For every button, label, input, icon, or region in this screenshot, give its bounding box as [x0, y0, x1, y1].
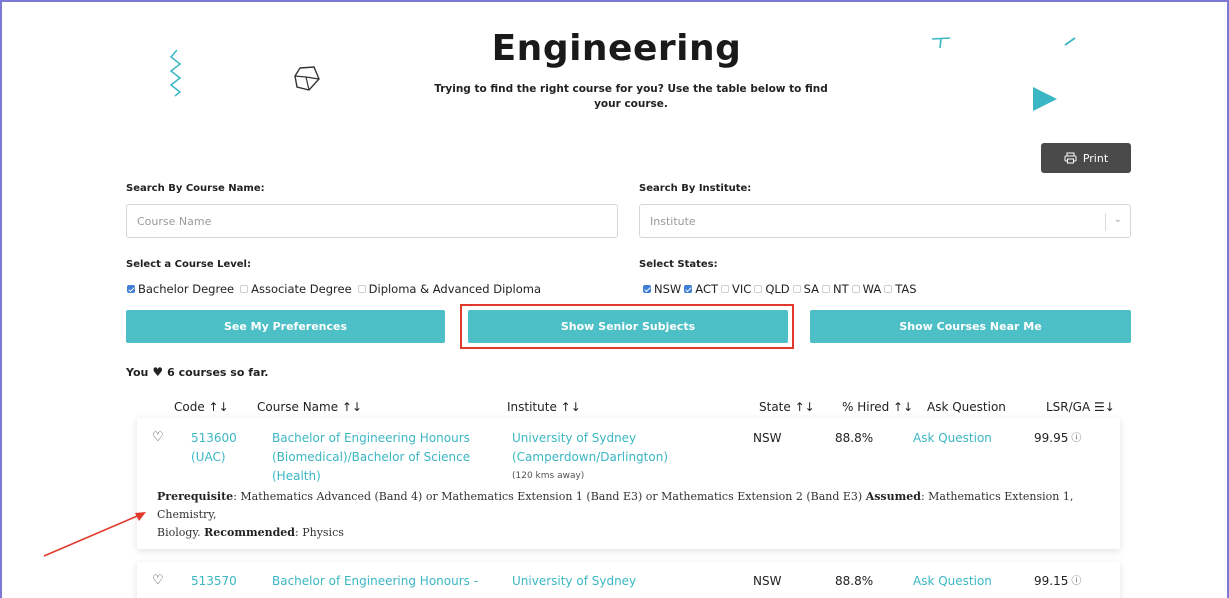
course-code-number: 513600	[191, 431, 237, 445]
state-value: NSW	[753, 574, 782, 588]
heart-outline-icon[interactable]: ♡	[152, 430, 164, 445]
lsr-value: 99.15	[1034, 574, 1069, 588]
state-qld-checkbox[interactable]	[754, 285, 763, 293]
ask-question-link[interactable]: Ask Question	[913, 572, 992, 591]
page-subtitle: Trying to find the right course for you?…	[434, 83, 828, 110]
column-header-course-name[interactable]: Course Name ↑↓	[257, 400, 362, 414]
lsr-value-cell: 99.15 ⓘ	[1034, 572, 1081, 591]
associate-degree-checkbox[interactable]	[240, 285, 249, 293]
institute-select[interactable]: Institute ⌄	[639, 204, 1131, 238]
course-level-options: Bachelor Degree Associate Degree Diploma…	[127, 282, 541, 296]
assumed-text-continued: Biology.	[157, 526, 205, 539]
state-nsw-label: NSW	[654, 282, 682, 296]
lsr-value-cell: 99.95 ⓘ	[1034, 429, 1081, 448]
column-header-code[interactable]: Code ↑↓	[174, 400, 229, 414]
state-nsw-checkbox[interactable]	[643, 285, 651, 293]
cube-decoration-icon	[294, 66, 320, 91]
chevron-down-icon[interactable]: ⌄	[1114, 214, 1122, 225]
favourites-suffix: 6 courses so far.	[167, 365, 269, 379]
institute-link[interactable]: University of Sydney	[512, 429, 668, 448]
select-separator	[1105, 213, 1106, 231]
course-level-label: Select a Course Level:	[126, 259, 251, 270]
favourites-prefix: You	[126, 365, 149, 379]
show-courses-near-me-button[interactable]: Show Courses Near Me	[810, 310, 1131, 343]
course-search-label: Search By Course Name:	[126, 183, 265, 194]
course-name-placeholder: Course Name	[137, 214, 212, 228]
state-nt-label: NT	[833, 282, 849, 296]
state-sa-label: SA	[803, 282, 820, 296]
state-sa-checkbox[interactable]	[792, 285, 801, 293]
annotation-highlight-box	[460, 304, 794, 349]
state-options: NSW ACT VIC QLD SA NT WA TAS	[643, 282, 917, 296]
distance-text: (120 kms away)	[512, 471, 585, 481]
course-name-line: Bachelor of Engineering Honours	[272, 431, 470, 445]
prerequisite-label: Prerequisite	[157, 490, 234, 503]
state-tas-checkbox[interactable]	[884, 285, 893, 293]
diploma-label: Diploma & Advanced Diploma	[368, 282, 542, 296]
diploma-checkbox[interactable]	[357, 285, 366, 293]
favourites-count: You ♥ 6 courses so far.	[126, 365, 269, 379]
state-qld-label: QLD	[765, 282, 790, 296]
see-preferences-button[interactable]: See My Preferences	[126, 310, 445, 343]
state-value: NSW	[753, 431, 782, 445]
column-header-ask-question: Ask Question	[927, 400, 1006, 414]
state-tas-label: TAS	[895, 282, 917, 296]
state-nt-checkbox[interactable]	[822, 285, 831, 293]
hired-value: 88.8%	[835, 574, 874, 588]
heart-outline-icon[interactable]: ♡	[152, 573, 164, 588]
prerequisite-text: : Mathematics Advanced (Band 4) or Mathe…	[233, 490, 866, 503]
state-wa-checkbox[interactable]	[851, 285, 860, 293]
course-name-line: (Health)	[272, 469, 321, 483]
heart-filled-icon: ♥	[152, 365, 164, 379]
table-row: ♡ 513600 (UAC) Bachelor of Engineering H…	[137, 418, 1120, 549]
course-code[interactable]: 513570	[191, 572, 237, 591]
assumed-label: Assumed	[865, 490, 921, 503]
info-icon[interactable]: ⓘ	[1071, 429, 1081, 448]
associate-degree-label: Associate Degree	[251, 282, 352, 296]
course-code-suffix: (UAC)	[191, 450, 226, 464]
print-button[interactable]: Print	[1041, 143, 1131, 173]
page-title: Engineering	[491, 28, 742, 69]
campus-link[interactable]: (Camperdown/Darlington)	[512, 448, 668, 467]
course-name-link[interactable]: Bachelor of Engineering Honours -	[272, 572, 478, 591]
recommended-label: Recommended	[204, 526, 295, 539]
course-code[interactable]: 513600 (UAC)	[191, 429, 237, 467]
table-row: ♡ 513570 Bachelor of Engineering Honours…	[137, 562, 1120, 598]
bachelor-degree-label: Bachelor Degree	[138, 282, 235, 296]
ask-question-link[interactable]: Ask Question	[913, 429, 992, 448]
column-header-lsr-ga[interactable]: LSR/GA ☰↓	[1046, 400, 1115, 414]
institute-link[interactable]: University of Sydney	[512, 572, 636, 591]
state-act-label: ACT	[695, 282, 719, 296]
course-name-input[interactable]: Course Name	[126, 204, 618, 238]
annotation-arrow-icon	[43, 512, 146, 557]
states-label: Select States:	[639, 259, 718, 270]
column-header-state[interactable]: State ↑↓	[759, 400, 815, 414]
prerequisite-note: Prerequisite: Mathematics Advanced (Band…	[157, 488, 1097, 542]
institute-cell: University of Sydney (Camperdown/Darling…	[512, 429, 668, 486]
state-wa-label: WA	[862, 282, 882, 296]
hired-value: 88.8%	[835, 431, 874, 445]
course-name-link[interactable]: Bachelor of Engineering Honours (Biomedi…	[272, 429, 470, 486]
column-header-hired[interactable]: % Hired ↑↓	[842, 400, 913, 414]
state-vic-checkbox[interactable]	[721, 285, 730, 293]
lsr-value: 99.95	[1034, 431, 1069, 445]
info-icon[interactable]: ⓘ	[1071, 572, 1081, 591]
printer-icon	[1064, 152, 1077, 164]
course-name-line: (Biomedical)/Bachelor of Science	[272, 450, 471, 464]
column-header-institute[interactable]: Institute ↑↓	[507, 400, 581, 414]
page-frame: Engineering Trying to find the right cou…	[0, 0, 1229, 598]
state-vic-label: VIC	[732, 282, 752, 296]
recommended-text: : Physics	[295, 526, 344, 539]
print-button-label: Print	[1082, 151, 1109, 165]
institute-search-label: Search By Institute:	[639, 183, 752, 194]
bachelor-degree-checkbox[interactable]	[127, 285, 135, 293]
institute-placeholder: Institute	[650, 214, 696, 228]
play-triangle-decoration-icon	[1033, 87, 1057, 111]
state-act-checkbox[interactable]	[684, 285, 693, 293]
